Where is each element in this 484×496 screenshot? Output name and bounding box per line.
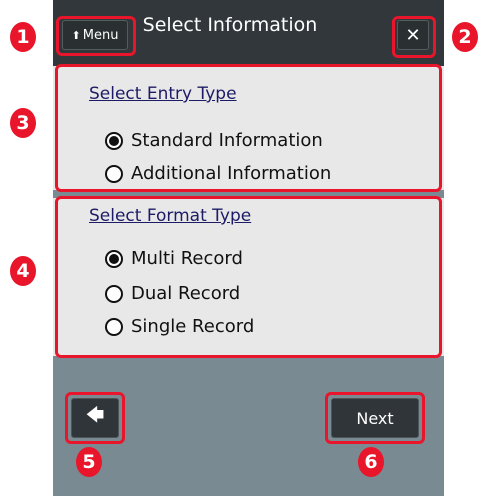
callout-6: 6 xyxy=(358,447,384,477)
radio-label: Dual Record xyxy=(131,283,241,304)
callout-3: 3 xyxy=(10,108,36,138)
close-icon: ✕ xyxy=(405,24,421,46)
radio-label: Multi Record xyxy=(131,248,243,269)
entry-type-heading: Select Entry Type xyxy=(89,84,237,104)
radio-dual-record[interactable]: Dual Record xyxy=(105,283,240,304)
window-title: Select Information xyxy=(142,14,318,36)
radio-label: Additional Information xyxy=(131,163,332,184)
radio-button[interactable] xyxy=(105,284,123,303)
format-type-heading: Select Format Type xyxy=(89,206,252,226)
close-button[interactable]: ✕ xyxy=(397,20,429,50)
back-button[interactable]: 🡄 xyxy=(71,398,119,438)
menu-button-label: Menu xyxy=(82,27,119,43)
radio-label: Single Record xyxy=(131,316,255,337)
radio-single-record[interactable]: Single Record xyxy=(105,316,254,337)
radio-label: Standard Information xyxy=(131,130,323,151)
left-arrow-icon: 🡄 xyxy=(85,405,105,426)
radio-button-selected[interactable] xyxy=(105,131,123,150)
radio-standard-information[interactable]: Standard Information xyxy=(105,130,323,151)
radio-multi-record[interactable]: Multi Record xyxy=(105,248,243,269)
callout-1: 1 xyxy=(10,22,36,52)
menu-button[interactable]: ⬆ Menu xyxy=(62,20,128,50)
callout-2: 2 xyxy=(452,22,478,52)
radio-additional-information[interactable]: Additional Information xyxy=(105,163,331,184)
callout-5: 5 xyxy=(76,447,102,477)
format-type-panel: Select Format Type Multi Record Dual Rec… xyxy=(53,198,444,356)
up-arrow-icon: ⬆ xyxy=(71,28,81,42)
next-button[interactable]: Next xyxy=(331,398,419,438)
radio-button[interactable] xyxy=(105,164,123,183)
callout-4: 4 xyxy=(10,256,36,286)
radio-button-selected[interactable] xyxy=(105,249,123,268)
radio-button[interactable] xyxy=(105,317,123,336)
entry-type-panel: Select Entry Type Standard Information A… xyxy=(53,66,444,190)
